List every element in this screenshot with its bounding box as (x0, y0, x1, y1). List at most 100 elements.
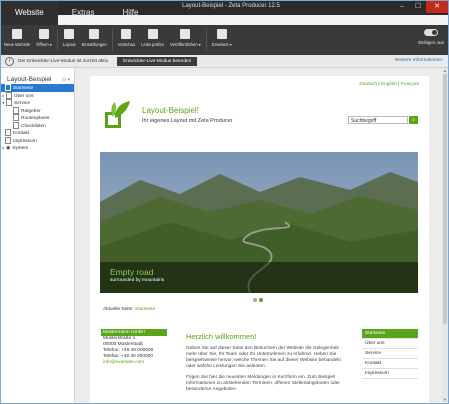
page-icon (6, 91, 12, 99)
open-label: Öffnen ▾ (36, 42, 52, 47)
app-window: Website Extras Hilfe Layout-Beispiel - Z… (0, 0, 449, 404)
tab-website[interactable]: Website (1, 1, 58, 25)
open-button[interactable]: Öffnen ▾ (33, 25, 55, 51)
welcome-text: Geben Sie auf dieser Seite den Besuchern… (186, 346, 344, 393)
website-preview: Deutsch | English | Français Layout-Beis… (90, 76, 429, 403)
page-icon (5, 136, 11, 144)
ribbon-toolbar: Neue Website Öffnen ▾ Layout Einstellung… (1, 25, 448, 55)
breadcrumb-label: Aktuelle Seite: (103, 307, 134, 312)
nav-item-service[interactable]: Service (362, 349, 418, 359)
minimize-button[interactable]: – (394, 1, 410, 13)
toggle-switch-icon[interactable] (424, 29, 439, 36)
preview-label: Vorschau (117, 42, 136, 47)
close-button[interactable]: ✕ (426, 1, 448, 13)
tree-label: Kontakt (13, 130, 30, 136)
nav-item-startseite[interactable]: Startseite (362, 329, 418, 339)
search-button[interactable]: ⌕ (409, 116, 418, 124)
tree-item-routenplaner[interactable]: Routenplaner (1, 114, 74, 122)
page-icon (6, 99, 12, 107)
lang-fr-link[interactable]: Français (401, 82, 419, 87)
lang-de-link[interactable]: Deutsch (359, 82, 377, 87)
tree-label: Impressum (13, 138, 37, 144)
new-website-button[interactable]: Neue Website (1, 25, 33, 51)
info-text: Der Entwickler-Live-Modus ist zurzeit ak… (18, 58, 110, 64)
slider-dots (253, 298, 263, 302)
window-title: Layout-Beispiel - Zeta Producer 12.5 (182, 3, 280, 9)
breadcrumb-link[interactable]: Startseite (135, 307, 155, 312)
sidebar-tools[interactable]: ⊙ ▾ (62, 77, 70, 83)
paste-toggle[interactable]: Einfügen: aus (418, 29, 444, 45)
site-subtitle: Ihr eigenes Layout mit Zeta Producer (142, 118, 233, 124)
language-switcher: Deutsch | English | Français (359, 82, 419, 87)
settings-button[interactable]: Einstellungen (79, 25, 110, 51)
ribbon-separator (57, 29, 58, 51)
layout-button[interactable]: Layout (60, 25, 79, 51)
hero-caption-title: Empty road (110, 267, 154, 277)
nav-item-ueber-uns[interactable]: Über uns (362, 339, 418, 349)
preview-button[interactable]: Vorschau (115, 25, 138, 51)
lang-en-link[interactable]: English (381, 82, 397, 87)
links-icon (147, 29, 158, 39)
tree-item-startseite[interactable]: Startseite (1, 84, 74, 92)
tab-extras[interactable]: Extras (58, 1, 109, 25)
settings-label: Einstellungen (81, 42, 107, 47)
nav-item-kontakt[interactable]: Kontakt (362, 359, 418, 369)
search-input[interactable]: Suchbegriff (348, 116, 408, 124)
globe-icon (180, 29, 191, 39)
settings-icon (89, 29, 100, 39)
address-email-link[interactable]: info@example.com (101, 360, 167, 366)
info-icon: i (5, 56, 14, 66)
maximize-button[interactable]: ☐ (410, 1, 426, 13)
scroll-down-icon[interactable]: ▼ (442, 397, 448, 403)
publish-label: Veröffentlichen ▾ (170, 42, 201, 47)
tree-item-service[interactable]: ▾ Service (1, 99, 74, 107)
info-bar: i Der Entwickler-Live-Modus ist zurzeit … (1, 55, 448, 68)
monitor-icon (121, 29, 132, 39)
scrollbar-thumb[interactable] (443, 74, 447, 324)
page-icon (5, 84, 11, 91)
page-icon (5, 129, 11, 136)
slider-dot[interactable] (253, 298, 257, 302)
check-links-button[interactable]: Links prüfen (138, 25, 167, 51)
site-logo[interactable] (103, 100, 133, 130)
tree-label: Ratgeber (21, 108, 41, 114)
tree-item-system[interactable]: ▸ ◉ System (1, 144, 74, 152)
welcome-heading: Herzlich willkommen! (186, 332, 257, 341)
end-live-mode-button[interactable]: Entwickler-Live-Modus beenden (117, 56, 198, 66)
tree-label: Checklisten (21, 123, 46, 129)
check-links-label: Links prüfen (141, 42, 165, 47)
breadcrumb: Aktuelle Seite: Startseite (103, 307, 155, 312)
publish-button[interactable]: Veröffentlichen ▾ (167, 25, 204, 51)
tree-item-ueber-uns[interactable]: ▸ Über uns (1, 91, 74, 100)
search-icon: ⌕ (412, 117, 415, 123)
tree-item-ratgeber[interactable]: Ratgeber (1, 106, 74, 115)
tree-label: Routenplaner (21, 115, 50, 121)
hero-image: Empty road surrounded by mountains (100, 152, 418, 293)
folder-icon (39, 29, 50, 39)
welcome-paragraph: Fügen Sie hier die neuesten Meldungen in… (186, 375, 340, 392)
page-icon (13, 106, 19, 114)
vertical-scrollbar[interactable]: ▲ ▼ (442, 68, 448, 403)
address-box: Mustermann GmbH Musterstraße 1 00000 Mus… (101, 329, 167, 366)
tree-label: System (12, 146, 29, 151)
tree-label: Startseite (13, 85, 34, 91)
preview-area: Deutsch | English | Français Layout-Beis… (75, 68, 448, 403)
more-info-link[interactable]: Weitere Informationen (395, 58, 442, 63)
tree-label: Über uns (14, 93, 34, 99)
window-controls: – ☐ ✕ (394, 1, 448, 13)
nav-item-impressum[interactable]: Impressum (362, 369, 418, 379)
hero-caption: Empty road surrounded by mountains (110, 267, 164, 283)
layout-label: Layout (63, 42, 76, 47)
paste-toggle-label: Einfügen: aus (418, 40, 444, 45)
tree-item-impressum[interactable]: Impressum (1, 136, 74, 145)
tab-hilfe[interactable]: Hilfe (108, 1, 152, 25)
advanced-button[interactable]: Erweitert ▾ (209, 25, 235, 51)
tree-item-kontakt[interactable]: Kontakt (1, 129, 74, 137)
slider-dot-active[interactable] (259, 298, 263, 302)
page-icon (13, 114, 19, 121)
company-name: Mustermann GmbH (101, 329, 167, 336)
page-icon (13, 121, 19, 129)
ribbon-separator (111, 29, 113, 51)
right-navigation: Startseite Über uns Service Kontakt Impr… (362, 329, 418, 379)
tree-item-checklisten[interactable]: Checklisten (1, 121, 74, 130)
